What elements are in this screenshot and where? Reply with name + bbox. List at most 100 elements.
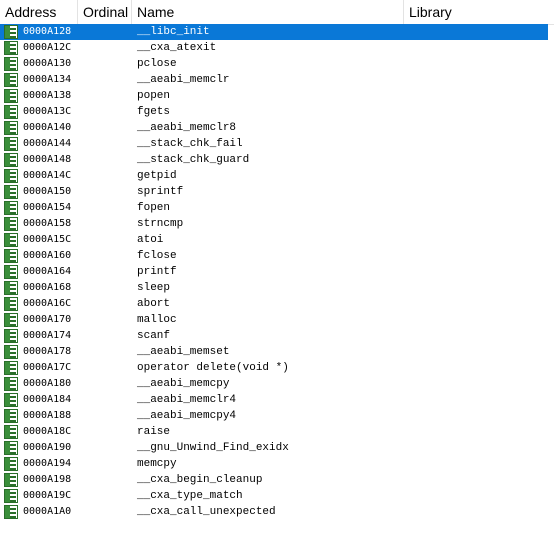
row-name: __gnu_Unwind_Find_exidx — [137, 442, 289, 454]
row-address: 0000A158 — [23, 218, 72, 229]
table-row[interactable]: 0000A134 __aeabi_memclr — [0, 72, 554, 88]
row-name: abort — [137, 298, 171, 310]
import-function-icon — [4, 313, 18, 327]
row-address: 0000A144 — [23, 138, 72, 149]
import-function-icon — [4, 105, 18, 119]
table-row[interactable]: 0000A184 __aeabi_memclr4 — [0, 392, 554, 408]
table-row[interactable]: 0000A16C abort — [0, 296, 554, 312]
table-row[interactable]: 0000A198 __cxa_begin_cleanup — [0, 472, 554, 488]
column-header-address[interactable]: Address — [0, 0, 78, 24]
table-row[interactable]: 0000A17C operator delete(void *) — [0, 360, 554, 376]
row-name: fgets — [137, 106, 171, 118]
import-function-icon — [4, 153, 18, 167]
row-address: 0000A12C — [23, 42, 72, 53]
import-function-icon — [4, 41, 18, 55]
row-name: __cxa_begin_cleanup — [137, 474, 263, 486]
table-row[interactable]: 0000A164 printf — [0, 264, 554, 280]
column-header-ordinal[interactable]: Ordinal — [78, 0, 132, 24]
table-row[interactable]: 0000A158 strncmp — [0, 216, 554, 232]
table-row[interactable]: 0000A14C getpid — [0, 168, 554, 184]
row-name: popen — [137, 90, 171, 102]
column-header-library[interactable]: Library — [404, 0, 554, 24]
row-address: 0000A18C — [23, 426, 72, 437]
import-function-icon — [4, 473, 18, 487]
row-address: 0000A174 — [23, 330, 72, 341]
row-selection-highlight — [0, 24, 548, 40]
table-row[interactable]: 0000A19C __cxa_type_match — [0, 488, 554, 504]
import-function-icon — [4, 345, 18, 359]
column-header-name[interactable]: Name — [132, 0, 404, 24]
row-address: 0000A164 — [23, 266, 72, 277]
table-row[interactable]: 0000A12C __cxa_atexit — [0, 40, 554, 56]
row-name: sleep — [137, 282, 171, 294]
table-row[interactable]: 0000A190 __gnu_Unwind_Find_exidx — [0, 440, 554, 456]
table-row[interactable]: 0000A170 malloc — [0, 312, 554, 328]
row-name: __cxa_call_unexpected — [137, 506, 276, 518]
row-address: 0000A178 — [23, 346, 72, 357]
import-function-icon — [4, 425, 18, 439]
row-name: printf — [137, 266, 177, 278]
import-function-icon — [4, 361, 18, 375]
row-name: raise — [137, 426, 171, 438]
table-row[interactable]: 0000A140 __aeabi_memclr8 — [0, 120, 554, 136]
row-name: fclose — [137, 250, 177, 262]
import-function-icon — [4, 137, 18, 151]
import-function-icon — [4, 377, 18, 391]
row-name: malloc — [137, 314, 177, 326]
row-name: sprintf — [137, 186, 184, 198]
table-row[interactable]: 0000A13C fgets — [0, 104, 554, 120]
row-address: 0000A154 — [23, 202, 72, 213]
table-row[interactable]: 0000A174 scanf — [0, 328, 554, 344]
row-name: __aeabi_memcpy4 — [137, 410, 237, 422]
row-address: 0000A128 — [23, 26, 72, 37]
row-address: 0000A160 — [23, 250, 72, 261]
table-row[interactable]: 0000A160 fclose — [0, 248, 554, 264]
row-name: fopen — [137, 202, 171, 214]
row-address: 0000A198 — [23, 474, 72, 485]
row-name: __aeabi_memclr — [137, 74, 230, 86]
import-function-icon — [4, 89, 18, 103]
table-row[interactable]: 0000A188 __aeabi_memcpy4 — [0, 408, 554, 424]
row-address: 0000A1A0 — [23, 506, 72, 517]
import-function-icon — [4, 441, 18, 455]
table-row[interactable]: 0000A178 __aeabi_memset — [0, 344, 554, 360]
row-name: __aeabi_memset — [137, 346, 230, 358]
import-function-icon — [4, 505, 18, 519]
table-row[interactable]: 0000A15C atoi — [0, 232, 554, 248]
row-name: __stack_chk_fail — [137, 138, 243, 150]
import-function-icon — [4, 265, 18, 279]
row-address: 0000A17C — [23, 362, 72, 373]
table-row[interactable]: 0000A150 sprintf — [0, 184, 554, 200]
table-row[interactable]: 0000A154 fopen — [0, 200, 554, 216]
row-address: 0000A14C — [23, 170, 72, 181]
import-function-icon — [4, 457, 18, 471]
table-row[interactable]: 0000A194 memcpy — [0, 456, 554, 472]
row-address: 0000A188 — [23, 410, 72, 421]
import-function-icon — [4, 25, 18, 39]
imports-table-body: 0000A128 __libc_init 0000A12C __cxa_atexit 0… — [0, 24, 554, 520]
import-function-icon — [4, 393, 18, 407]
table-row[interactable]: 0000A128 __libc_init — [0, 24, 554, 40]
table-row[interactable]: 0000A168 sleep — [0, 280, 554, 296]
table-row[interactable]: 0000A144 __stack_chk_fail — [0, 136, 554, 152]
row-name: operator delete(void *) — [137, 362, 289, 374]
table-row[interactable]: 0000A18C raise — [0, 424, 554, 440]
table-row[interactable]: 0000A138 popen — [0, 88, 554, 104]
row-name: getpid — [137, 170, 177, 182]
row-address: 0000A180 — [23, 378, 72, 389]
table-row[interactable]: 0000A130 pclose — [0, 56, 554, 72]
table-row[interactable]: 0000A1A0 __cxa_call_unexpected — [0, 504, 554, 520]
import-function-icon — [4, 233, 18, 247]
import-function-icon — [4, 201, 18, 215]
row-address: 0000A184 — [23, 394, 72, 405]
row-name: __aeabi_memclr8 — [137, 122, 237, 134]
import-function-icon — [4, 489, 18, 503]
row-address: 0000A13C — [23, 106, 72, 117]
table-row[interactable]: 0000A180 __aeabi_memcpy — [0, 376, 554, 392]
row-name: __libc_init — [137, 26, 210, 38]
row-name: pclose — [137, 58, 177, 70]
table-row[interactable]: 0000A148 __stack_chk_guard — [0, 152, 554, 168]
import-function-icon — [4, 297, 18, 311]
row-name: __cxa_atexit — [137, 42, 217, 54]
row-address: 0000A148 — [23, 154, 72, 165]
